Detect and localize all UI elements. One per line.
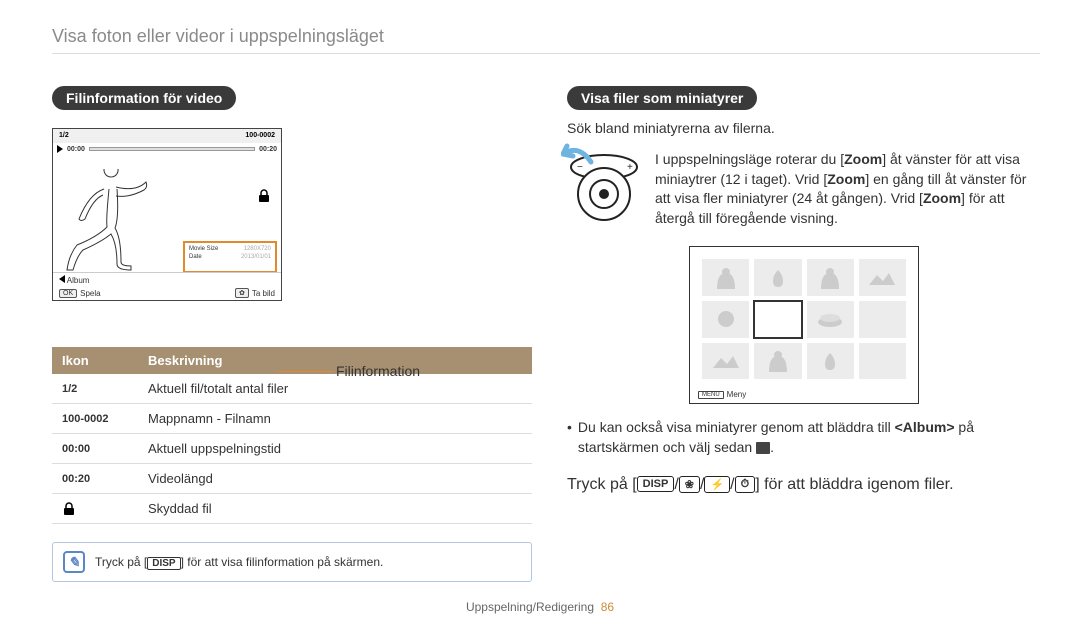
play-label: Spela — [80, 289, 100, 298]
ok-key: OK — [59, 289, 77, 298]
timer-key: ⏱ — [735, 476, 756, 493]
thumbnail-screen: MENUMeny — [689, 246, 919, 404]
thumb-cell — [807, 343, 854, 380]
row-desc: Aktuell fil/totalt antal filer — [138, 374, 532, 404]
album-tile-icon — [756, 442, 770, 454]
fileinfo-popup: Movie Size 1280X720 Date 2013/01/01 — [183, 241, 277, 273]
page-title: Visa foton eller videor i uppspelningslä… — [52, 26, 384, 47]
file-counter: 1/2 — [59, 132, 69, 139]
popup-label-date: Date — [189, 254, 202, 262]
row-desc: Skyddad fil — [138, 494, 532, 524]
play-icon — [57, 145, 63, 153]
disp-key: DISP — [637, 476, 675, 492]
nav-instruction: Tryck på [DISP/❀/⚡/⏱] för att bläddra ig… — [567, 476, 1041, 494]
popup-val-date: 2013/01/01 — [241, 254, 271, 262]
tip-box: ✎ Tryck på [DISP] för att visa filinform… — [52, 542, 532, 582]
zoom-instructions: I uppspelningsläge roterar du [Zoom] åt … — [655, 150, 1041, 228]
section-heading-right: Visa filer som miniatyrer — [567, 86, 757, 110]
row-icon: 1/2 — [52, 374, 138, 404]
row-icon: 00:00 — [52, 434, 138, 464]
macro-key: ❀ — [679, 476, 700, 493]
lock-icon — [62, 502, 76, 516]
th-desc: Beskrivning — [138, 347, 532, 374]
page-footer: Uppspelning/Redigering 86 — [0, 600, 1080, 614]
note-icon: ✎ — [63, 551, 85, 573]
fileinfo-callout-label: Filinformation — [336, 363, 420, 379]
row-desc: Aktuell uppspelningstid — [138, 434, 532, 464]
capture-label: Ta bild — [252, 289, 275, 298]
thumb-cell — [859, 343, 906, 380]
thumb-cell — [807, 259, 854, 296]
album-label: Album — [67, 276, 90, 285]
time-current: 00:00 — [67, 146, 85, 153]
disp-key: DISP — [147, 557, 180, 570]
row-icon: 100-0002 — [52, 404, 138, 434]
rule — [52, 53, 1040, 54]
svg-text:+: + — [627, 162, 633, 173]
dancer-illustration — [61, 169, 161, 274]
thumb-cell — [702, 259, 749, 296]
flash-key: ⚡ — [704, 476, 730, 493]
thumb-cell — [754, 343, 801, 380]
video-playback-screen: 1/2 100-0002 00:00 00:20 Movie Size 1280X… — [52, 128, 282, 301]
bullet-tip: • Du kan också visa miniatyrer genom att… — [567, 418, 1041, 457]
progress-track — [89, 147, 255, 151]
thumb-cell — [859, 259, 906, 296]
row-icon: 00:20 — [52, 464, 138, 494]
callout-line — [278, 371, 334, 377]
section-heading-left: Filinformation för video — [52, 86, 236, 110]
thumb-cell — [807, 301, 854, 338]
rotate-arrow-icon — [561, 140, 597, 168]
row-desc: Mappnamn - Filnamn — [138, 404, 532, 434]
folder-file: 100-0002 — [245, 132, 275, 139]
row-desc: Videolängd — [138, 464, 532, 494]
thumb-cell — [859, 301, 906, 338]
row-icon — [52, 494, 138, 524]
thumb-cell — [702, 343, 749, 380]
lock-icon — [257, 189, 271, 203]
menu-label: Meny — [727, 390, 747, 399]
thumb-cell — [754, 259, 801, 296]
popup-val-size: 1280X720 — [244, 246, 271, 254]
time-total: 00:20 — [259, 146, 277, 153]
flower-key: ✿ — [235, 288, 249, 298]
tip-text: Tryck på [DISP] för att visa filinformat… — [95, 555, 383, 570]
popup-label-size: Movie Size — [189, 246, 218, 254]
thumb-cell — [702, 301, 749, 338]
intro-text: Sök bland miniatyrerna av filerna. — [567, 120, 1041, 136]
thumb-cell-selected — [754, 301, 801, 338]
zoom-dial: − + — [567, 150, 641, 224]
menu-key: MENU — [698, 391, 724, 399]
th-icon: Ikon — [52, 347, 138, 374]
